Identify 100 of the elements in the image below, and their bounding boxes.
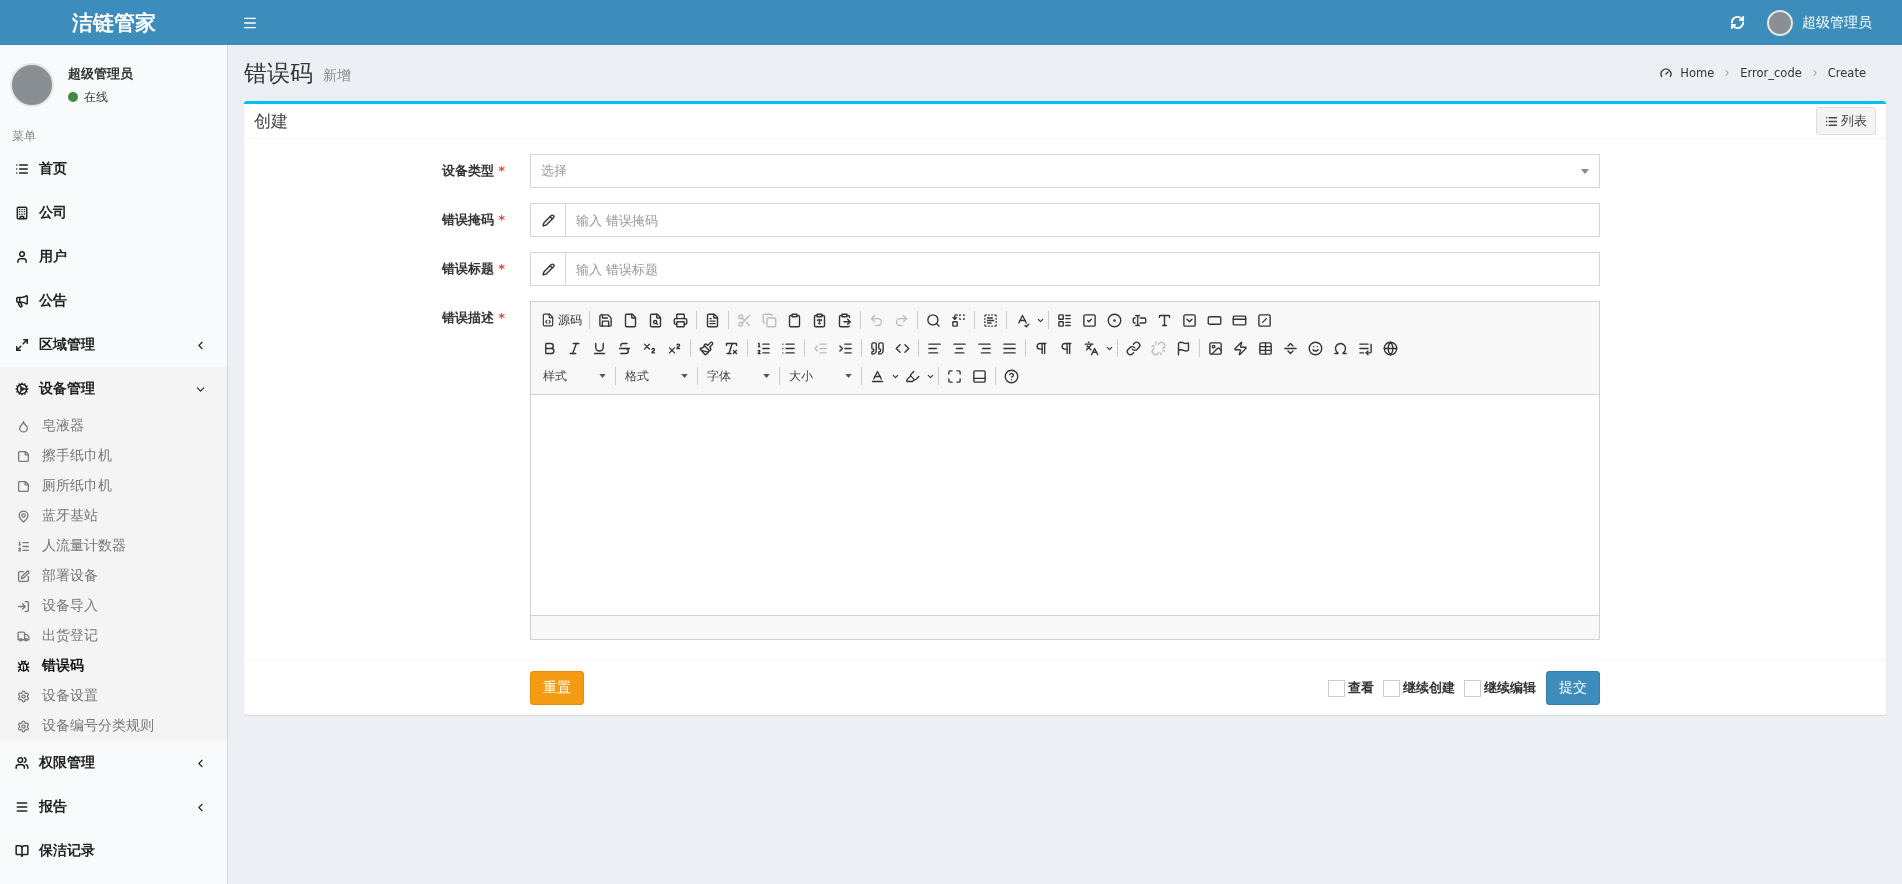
bullet-list-icon[interactable] bbox=[781, 340, 796, 356]
field-label: 错误描述 * bbox=[440, 309, 505, 327]
background-color-icon[interactable] bbox=[905, 368, 920, 384]
caret-icon bbox=[1581, 168, 1589, 174]
align-left-icon[interactable] bbox=[927, 340, 942, 356]
checkbox[interactable] bbox=[1328, 679, 1345, 697]
source-button[interactable]: 源码 bbox=[537, 311, 586, 329]
underline-icon[interactable] bbox=[592, 340, 607, 356]
avatar[interactable] bbox=[1767, 9, 1793, 36]
submenu-item[interactable]: 错误码 bbox=[0, 651, 227, 681]
dashboard-icon bbox=[1660, 67, 1673, 79]
align-center-icon[interactable] bbox=[952, 340, 967, 356]
remove-format-icon[interactable] bbox=[724, 340, 739, 356]
smiley-icon[interactable] bbox=[1308, 340, 1323, 356]
submenu-item[interactable]: 人流量计数器 bbox=[0, 531, 227, 561]
truck-icon bbox=[17, 629, 30, 643]
flag-icon[interactable] bbox=[1176, 340, 1191, 356]
note-icon bbox=[17, 479, 30, 493]
text-color-icon[interactable] bbox=[870, 368, 885, 384]
breadcrumb-link[interactable]: Home bbox=[1680, 66, 1715, 80]
paste-word-icon[interactable] bbox=[837, 312, 852, 328]
italic-icon[interactable] bbox=[567, 340, 582, 356]
submenu-item[interactable]: 设备编号分类规则 bbox=[0, 711, 227, 741]
submit-button[interactable]: 提交 bbox=[1546, 671, 1600, 705]
numbered-list-icon[interactable] bbox=[756, 340, 771, 356]
menu-item[interactable]: 公司 bbox=[0, 191, 227, 235]
menu-item[interactable]: 报告 bbox=[0, 785, 227, 829]
submenu-item[interactable]: 设备导入 bbox=[0, 591, 227, 621]
menu-item[interactable]: 公告 bbox=[0, 279, 227, 323]
link-icon[interactable] bbox=[1126, 340, 1141, 356]
refresh-icon[interactable] bbox=[1730, 15, 1745, 30]
submenu-item[interactable]: 设备设置 bbox=[0, 681, 227, 711]
paste-icon[interactable] bbox=[787, 312, 802, 328]
submenu-item[interactable]: 出货登记 bbox=[0, 621, 227, 651]
menu-item[interactable]: 保洁记录 bbox=[0, 829, 227, 873]
rtl-icon[interactable] bbox=[1059, 340, 1074, 356]
save-icon[interactable] bbox=[598, 312, 613, 328]
menu-item[interactable]: 设备管理 bbox=[0, 367, 227, 411]
paintbrush-icon[interactable] bbox=[699, 340, 714, 356]
form-icon[interactable] bbox=[1057, 312, 1072, 328]
align-right-icon[interactable] bbox=[977, 340, 992, 356]
input-field[interactable]: 输入 错误标题 bbox=[565, 252, 1600, 286]
help-icon[interactable] bbox=[1004, 368, 1019, 384]
ltr-icon[interactable] bbox=[1034, 340, 1049, 356]
preview-icon[interactable] bbox=[648, 312, 663, 328]
print-icon[interactable] bbox=[673, 312, 688, 328]
strikethrough-icon[interactable] bbox=[617, 340, 632, 356]
table-icon[interactable] bbox=[1258, 340, 1273, 356]
submenu-item[interactable]: 擦手纸巾机 bbox=[0, 441, 227, 471]
replace-icon[interactable] bbox=[951, 312, 966, 328]
user-name[interactable]: 超级管理员 bbox=[1802, 13, 1872, 32]
spellcheck-icon[interactable] bbox=[1015, 312, 1030, 328]
submenu-label: 擦手纸巾机 bbox=[42, 447, 112, 465]
subscript-icon[interactable] bbox=[642, 340, 657, 356]
indent-icon[interactable] bbox=[838, 340, 853, 356]
code-file-icon bbox=[541, 313, 555, 327]
horizontal-line-icon[interactable] bbox=[1283, 340, 1298, 356]
search-icon[interactable] bbox=[926, 312, 941, 328]
checkbox-icon[interactable] bbox=[1082, 312, 1097, 328]
checkbox-label: 查看 bbox=[1348, 679, 1374, 697]
omega-icon[interactable] bbox=[1333, 340, 1348, 356]
submenu-item[interactable]: 厕所纸巾机 bbox=[0, 471, 227, 501]
format-dropdown[interactable]: 字体 bbox=[701, 367, 776, 385]
globe-icon[interactable] bbox=[1383, 340, 1398, 356]
menu-item[interactable]: 区域管理 bbox=[0, 323, 227, 367]
brand-logo[interactable]: 洁链管家 bbox=[0, 8, 228, 37]
select-all-icon[interactable] bbox=[983, 312, 998, 328]
radio-icon[interactable] bbox=[1107, 312, 1122, 328]
bold-icon[interactable] bbox=[542, 340, 557, 356]
submenu-item[interactable]: 皂液器 bbox=[0, 411, 227, 441]
superscript-icon[interactable] bbox=[667, 340, 682, 356]
droplet-icon bbox=[17, 419, 30, 433]
input-field[interactable]: 输入 错误掩码 bbox=[565, 203, 1600, 237]
template-icon[interactable] bbox=[705, 312, 720, 328]
new-page-icon[interactable] bbox=[623, 312, 638, 328]
submenu-item[interactable]: 蓝牙基站 bbox=[0, 501, 227, 531]
quote-icon[interactable] bbox=[870, 340, 885, 356]
breadcrumb-link[interactable]: Error_code bbox=[1740, 66, 1802, 80]
paste-text-icon[interactable] bbox=[812, 312, 827, 328]
justify-icon[interactable] bbox=[1002, 340, 1017, 356]
language-icon[interactable] bbox=[1084, 340, 1099, 356]
flash-icon[interactable] bbox=[1233, 340, 1248, 356]
field-label: 设备类型 * bbox=[440, 162, 505, 180]
maximize-icon[interactable] bbox=[947, 368, 962, 384]
text-field-icon[interactable] bbox=[1132, 312, 1147, 328]
format-dropdown[interactable]: 格式 bbox=[619, 367, 694, 385]
format-dropdown[interactable]: 样式 bbox=[537, 367, 612, 385]
menu-item[interactable]: 首页 bbox=[0, 147, 227, 191]
megaphone-icon bbox=[15, 294, 29, 308]
list-button[interactable]: 列表 bbox=[1816, 107, 1876, 135]
checkbox[interactable] bbox=[1464, 679, 1481, 697]
menu-item[interactable]: 权限管理 bbox=[0, 741, 227, 785]
textarea-icon[interactable] bbox=[1157, 312, 1172, 328]
format-dropdown[interactable]: 大小 bbox=[783, 367, 858, 385]
checkbox[interactable] bbox=[1383, 679, 1400, 697]
select-icon[interactable] bbox=[1182, 312, 1197, 328]
submenu-label: 部署设备 bbox=[42, 567, 98, 585]
image-icon[interactable] bbox=[1208, 340, 1223, 356]
submenu-item[interactable]: 部署设备 bbox=[0, 561, 227, 591]
menu-item[interactable]: 用户 bbox=[0, 235, 227, 279]
